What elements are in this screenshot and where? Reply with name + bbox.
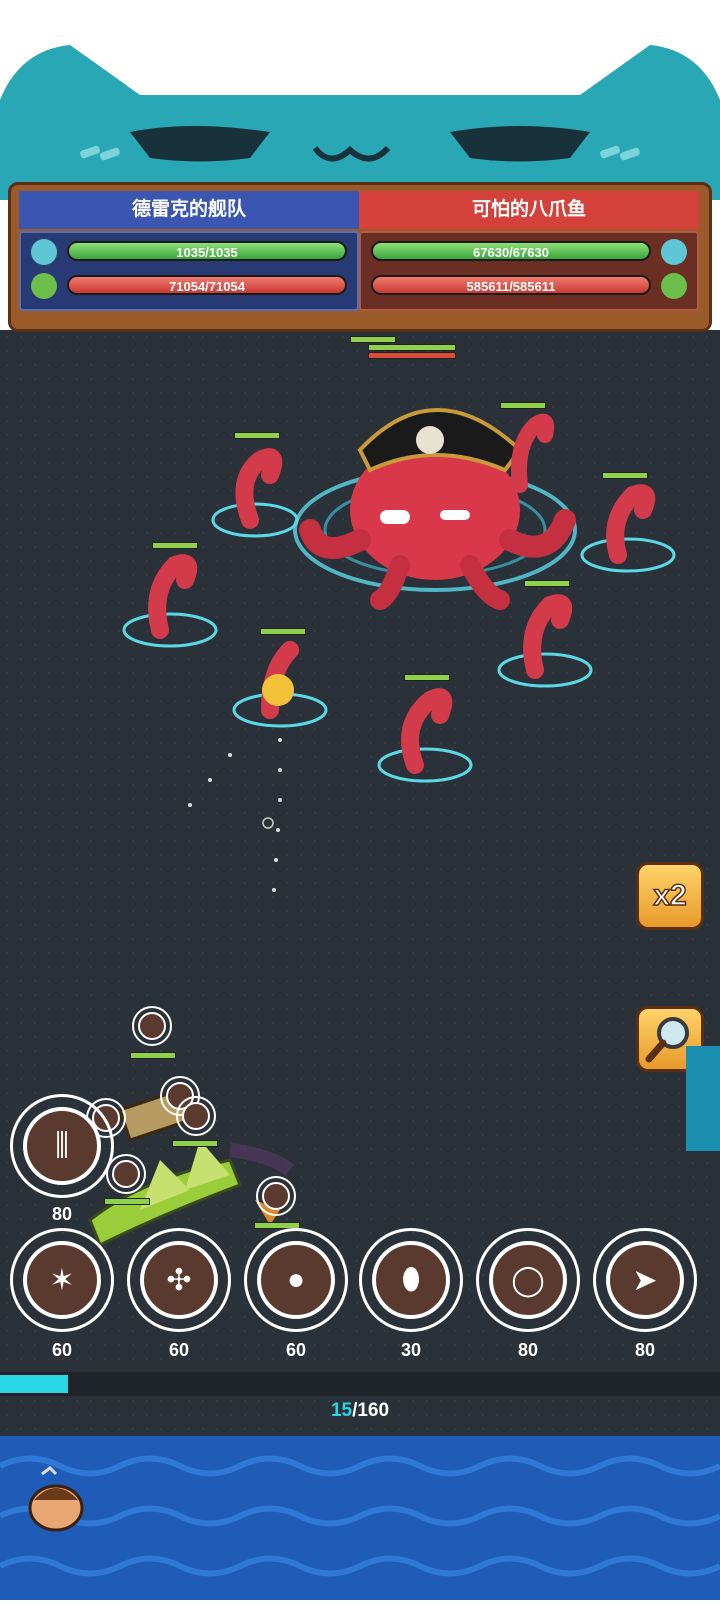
tentacle-enemy[interactable] <box>490 405 570 500</box>
skill-button-shield[interactable]: ✣ <box>127 1228 231 1332</box>
burst-icon: ✶ <box>23 1241 101 1319</box>
ship-hp-bar <box>130 1052 176 1059</box>
cannonball-icon: ● <box>257 1241 335 1319</box>
skill-cost: 30 <box>400 1340 422 1360</box>
right-team-panel: 67630/67630 585611/585611 <box>359 231 699 311</box>
skill-cost: 60 <box>168 1340 190 1360</box>
energy-counter: 15/160 <box>0 1400 720 1422</box>
skill-cost: 80 <box>517 1340 539 1360</box>
ship-hp-bar <box>172 1140 218 1147</box>
left-team-name: 德雷克的舰队 <box>19 191 359 229</box>
speed-x2-button[interactable]: x2 <box>636 862 704 930</box>
energy-bar-fill <box>0 1375 68 1393</box>
side-scroll-indicator[interactable] <box>686 1046 720 1151</box>
shield-icon: ✣ <box>140 1241 218 1319</box>
crew-icon <box>31 239 57 265</box>
right-crew-hp-bar: 67630/67630 <box>371 241 651 261</box>
skill-button-missile[interactable]: ➤ <box>593 1228 697 1332</box>
skill-cost: 80 <box>634 1340 656 1360</box>
projectile-trail <box>188 738 282 892</box>
tentacle-enemy[interactable] <box>375 680 475 795</box>
tentacle-enemy[interactable] <box>495 590 595 695</box>
skill-cost: 60 <box>51 1340 73 1360</box>
skill-button-cannonball[interactable]: ● <box>244 1228 348 1332</box>
ship-skill-indicator[interactable] <box>132 1006 172 1046</box>
ship-icon <box>31 273 57 299</box>
ship-skill-indicator[interactable] <box>176 1096 216 1136</box>
skill-button-cannon-volley[interactable]: ⫼ <box>10 1094 114 1198</box>
left-ship-hp-bar: 71054/71054 <box>67 275 347 295</box>
skill-button-egg[interactable]: ⬮ <box>359 1228 463 1332</box>
cannon-volley-icon: ⫼ <box>23 1107 101 1185</box>
bottom-water <box>0 1436 720 1600</box>
tentacle-enemy[interactable] <box>578 480 678 585</box>
skill-cost: 60 <box>285 1340 307 1360</box>
battle-hud: 德雷克的舰队 可怕的八爪鱼 1035/1035 71054/71054 6763… <box>8 182 712 332</box>
egg-icon: ⬮ <box>372 1241 450 1319</box>
right-team-name: 可怕的八爪鱼 <box>359 191 699 229</box>
left-crew-hp-bar: 1035/1035 <box>67 241 347 261</box>
tentacle-hp-bar <box>260 628 306 635</box>
speed-label: x2 <box>653 878 688 913</box>
tentacle-hp-bar <box>152 542 198 549</box>
ship-icon <box>661 273 687 299</box>
cat-banner <box>0 40 720 200</box>
ring-icon: ◯ <box>489 1241 567 1319</box>
tentacle-hp-bar <box>500 402 546 409</box>
tentacle-hp-bar <box>234 432 280 439</box>
skill-button-ring[interactable]: ◯ <box>476 1228 580 1332</box>
captain-avatar[interactable] <box>16 1466 92 1536</box>
tentacle-hp-bar <box>602 472 648 479</box>
tentacle-enemy[interactable] <box>210 440 300 545</box>
crew-icon <box>661 239 687 265</box>
tentacle-hp-bar <box>404 674 450 681</box>
energy-current: 15 <box>330 1400 353 1421</box>
left-team-panel: 1035/1035 71054/71054 <box>19 231 359 311</box>
skill-button-burst[interactable]: ✶ <box>10 1228 114 1332</box>
right-ship-hp-bar: 585611/585611 <box>371 275 651 295</box>
tentacle-enemy[interactable] <box>120 550 220 655</box>
skill-cost: 80 <box>51 1204 73 1224</box>
ship-skill-indicator[interactable] <box>256 1176 296 1216</box>
missile-icon: ➤ <box>606 1241 684 1319</box>
energy-max: /160 <box>352 1400 390 1421</box>
tentacle-hp-bar <box>524 580 570 587</box>
boss-ship-bar <box>368 352 456 359</box>
boss-hp-bar <box>368 344 456 351</box>
energy-bar-track <box>0 1372 720 1396</box>
tentacle-hp-bar <box>350 336 396 343</box>
